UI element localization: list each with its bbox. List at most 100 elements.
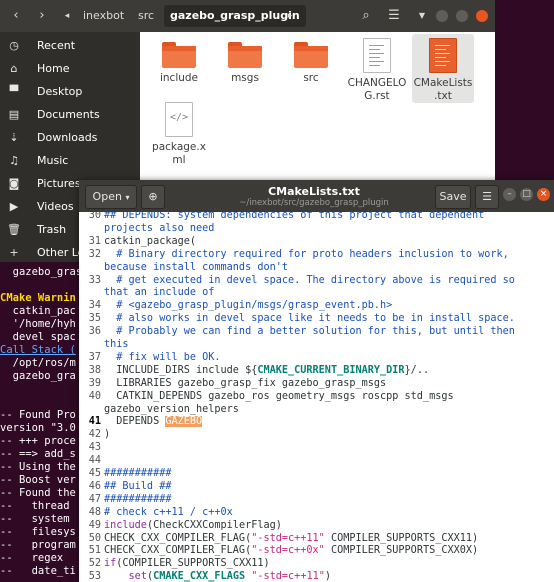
gedit-window: Open ▾ ⊕ CMakeLists.txt ~/inexbot/src/ga… xyxy=(79,180,554,582)
code-line: that an include of xyxy=(79,287,554,300)
sidebar-item-label: Videos xyxy=(37,200,74,213)
desktop-icon: ▀ xyxy=(9,85,19,98)
breadcrumb-right-arrow-icon[interactable]: ▸ xyxy=(283,5,297,27)
file-item[interactable]: </> package.xml xyxy=(148,98,210,167)
line-text: # Binary directory required for proto he… xyxy=(104,248,509,260)
sidebar-item-music[interactable]: ♫ Music xyxy=(0,149,140,172)
videos-icon: ▶ xyxy=(9,200,19,213)
breadcrumb-item-inexbot[interactable]: inexbot xyxy=(77,5,130,27)
file-item-label: msgs xyxy=(231,72,259,84)
line-text: if(COMPILER_SUPPORTS_CXX11) xyxy=(104,558,270,570)
close-icon[interactable]: × xyxy=(537,188,550,201)
file-item[interactable]: CHANGELOG.rst xyxy=(346,34,408,103)
line-text: projects also need xyxy=(104,222,215,234)
file-item[interactable]: CMakeLists.txt xyxy=(412,34,474,103)
code-line: 35 # also works in devel space like it n… xyxy=(79,313,554,326)
search-icon[interactable]: ⌕ xyxy=(354,5,378,27)
sidebar-item-desktop[interactable]: ▀ Desktop xyxy=(0,80,140,103)
code-line: 36 # Probably we can find a better solut… xyxy=(79,326,554,339)
line-number: 43 xyxy=(88,442,101,454)
line-number: 33 xyxy=(88,274,101,286)
terminal-line: catkin_pac xyxy=(0,305,76,317)
sidebar-item-downloads[interactable]: ⇣ Downloads xyxy=(0,126,140,149)
sidebar-item-label: Trash xyxy=(37,223,67,236)
music-icon: ♫ xyxy=(9,154,19,167)
view-list-icon[interactable]: ☰ xyxy=(382,5,406,27)
downloads-icon: ⇣ xyxy=(9,131,19,144)
terminal-line: -- ==> add_s xyxy=(0,448,76,460)
maximize-icon[interactable] xyxy=(456,10,468,22)
line-number: 48 xyxy=(88,506,101,518)
line-number: 30 xyxy=(88,212,101,221)
sidebar-item-label: Music xyxy=(37,154,69,167)
code-line: 31 catkin_package( xyxy=(79,236,554,249)
line-text: LIBRARIES gazebo_grasp_fix gazebo_grasp_… xyxy=(104,377,387,389)
line-text: INCLUDE_DIRS include ${CMAKE_CURRENT_BIN… xyxy=(104,364,430,376)
view-options-icon[interactable]: ▼ xyxy=(410,5,434,27)
clock-icon: ◷ xyxy=(9,39,19,52)
line-text: CHECK_CXX_COMPILER_FLAG("-std=c++11" COM… xyxy=(104,532,479,544)
line-number: 32 xyxy=(88,248,101,260)
line-number: 34 xyxy=(88,300,101,312)
code-line: 46 ## Build ## xyxy=(79,481,554,494)
gedit-header-bar: Open ▾ ⊕ CMakeLists.txt ~/inexbot/src/ga… xyxy=(79,180,554,212)
file-item[interactable]: src xyxy=(280,34,342,85)
code-line: 48 # check c++11 / c++0x xyxy=(79,507,554,520)
sidebar-item-recent[interactable]: ◷ Recent xyxy=(0,34,140,57)
hamburger-menu-icon[interactable]: ☰ xyxy=(475,185,499,209)
open-button[interactable]: Open ▾ xyxy=(85,185,137,209)
line-text: set(CMAKE_CXX_FLAGS "-std=c++11") xyxy=(128,571,331,582)
code-line: this xyxy=(79,339,554,352)
save-button[interactable]: Save xyxy=(435,185,471,209)
files-header-bar: ‹ › ◂ inexbot src gazebo_grasp_plugin ▸ … xyxy=(0,0,495,32)
line-text: DEPENDS GAZEBO xyxy=(104,416,203,428)
file-item-label: CHANGELOG.rst xyxy=(347,77,407,102)
terminal-line: -- Boost ver xyxy=(0,474,76,486)
sidebar-item-home[interactable]: ⌂ Home xyxy=(0,57,140,80)
line-number: 46 xyxy=(88,480,101,492)
terminal-line: -- system xyxy=(0,513,70,525)
chevron-down-icon: ▾ xyxy=(125,193,130,202)
document-title: CMakeLists.txt xyxy=(268,185,360,198)
file-item[interactable]: include xyxy=(148,34,210,85)
line-text: include(CheckCXXCompilerFlag) xyxy=(104,519,282,531)
breadcrumb-left-arrow-icon[interactable]: ◂ xyxy=(60,5,74,27)
file-item-label: src xyxy=(303,72,319,84)
line-text: catkin_package( xyxy=(104,235,197,247)
line-text: # fix will be OK. xyxy=(104,351,221,363)
pictures-icon: ◙ xyxy=(8,177,20,190)
code-line: 41 DEPENDS GAZEBO xyxy=(79,416,554,429)
code-line: 44 xyxy=(79,455,554,468)
terminal-line: Call Stack ( xyxy=(0,344,76,356)
code-line: 37 # fix will be OK. xyxy=(79,352,554,365)
line-number: 47 xyxy=(88,493,101,505)
breadcrumb-item-src[interactable]: src xyxy=(132,5,160,27)
terminal-line: -- Found Pro xyxy=(0,409,76,421)
line-number: 41 xyxy=(88,416,101,428)
minimize-icon[interactable]: – xyxy=(503,188,516,201)
code-line: 49 include(CheckCXXCompilerFlag) xyxy=(79,520,554,533)
watermark: CSDN @Housebigger xyxy=(412,557,544,572)
maximize-icon[interactable]: □ xyxy=(520,188,533,201)
line-number: 39 xyxy=(88,377,101,389)
line-text: ########### xyxy=(104,468,172,479)
forward-icon[interactable]: › xyxy=(30,5,54,27)
sidebar-item-label: Desktop xyxy=(37,85,83,98)
terminal-line: -- date_ti xyxy=(0,565,76,577)
file-item-label: include xyxy=(159,72,199,84)
close-icon[interactable] xyxy=(476,10,488,22)
code-line: 40 CATKIN_DEPENDS gazebo_ros geometry_ms… xyxy=(79,391,554,404)
sidebar-item-documents[interactable]: ▤ Documents xyxy=(0,103,140,126)
code-editor[interactable]: 30 ## DEPENDS: system dependencies of thi… xyxy=(79,212,554,582)
minimize-icon[interactable] xyxy=(436,10,448,22)
documents-icon: ▤ xyxy=(8,108,20,121)
code-line: gazebo_version_helpers xyxy=(79,404,554,417)
code-line: 32 # Binary directory required for proto… xyxy=(79,249,554,262)
line-text: # check c++11 / c++0x xyxy=(104,506,233,518)
code-line: 39 LIBRARIES gazebo_grasp_fix gazebo_gra… xyxy=(79,378,554,391)
file-item[interactable]: msgs xyxy=(214,34,276,85)
terminal-line: -- +++ proce xyxy=(0,435,76,447)
back-icon[interactable]: ‹ xyxy=(4,5,28,27)
code-line: projects also need xyxy=(79,223,554,236)
new-tab-icon[interactable]: ⊕ xyxy=(141,185,165,209)
